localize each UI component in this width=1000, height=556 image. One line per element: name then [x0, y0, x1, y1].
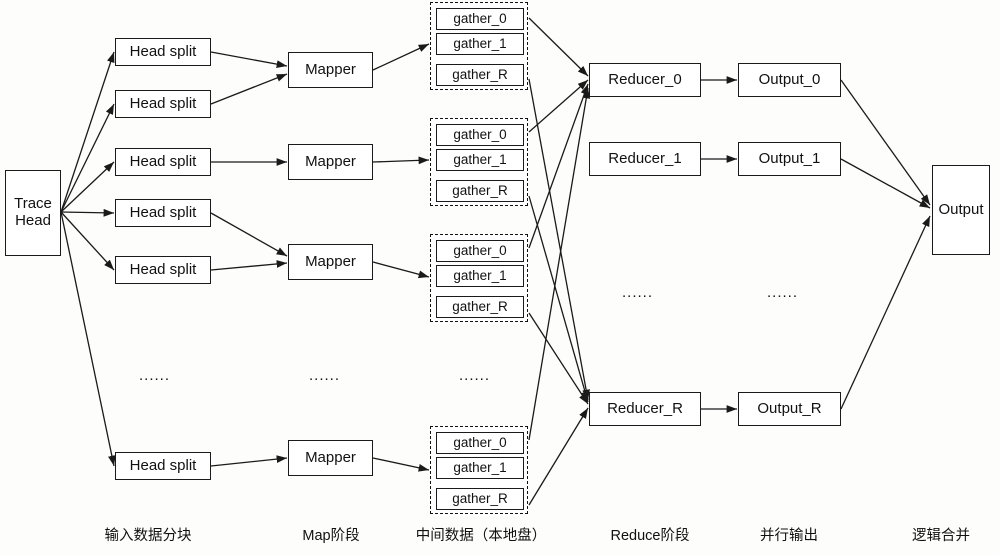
node-gather-0[interactable]: gather_0 [436, 240, 524, 262]
node-reducer-label: Reducer_1 [608, 149, 682, 167]
node-output-R[interactable]: Output_R [738, 392, 841, 426]
node-gather-label: gather_R [452, 299, 508, 315]
node-head-split-2[interactable]: Head split [115, 148, 211, 176]
node-mapper-label: Mapper [305, 448, 356, 466]
node-gather-R[interactable]: gather_R [436, 488, 524, 510]
node-gather-1[interactable]: gather_1 [436, 33, 524, 55]
node-final-output-label: Output [938, 200, 984, 218]
node-mapper-1[interactable]: Mapper [288, 144, 373, 180]
node-gather-label: gather_0 [453, 435, 507, 451]
node-gather-label: gather_1 [453, 152, 507, 168]
node-output-0[interactable]: Output_0 [738, 63, 841, 97]
node-gather-1[interactable]: gather_1 [436, 457, 524, 479]
node-output-label: Output_R [757, 399, 822, 417]
node-reducer-label: Reducer_R [607, 399, 683, 417]
node-reducer-label: Reducer_0 [608, 70, 682, 88]
node-gather-R[interactable]: gather_R [436, 180, 524, 202]
node-reducer-R[interactable]: Reducer_R [589, 392, 701, 426]
node-gather-0[interactable]: gather_0 [436, 432, 524, 454]
stage-label-map-phase: Map阶段 [302, 528, 360, 544]
stage-label-parallel-output: 并行输出 [760, 528, 818, 544]
stage-label-reduce-phase: Reduce阶段 [610, 528, 690, 544]
node-head-split-label: Head split [129, 152, 197, 170]
node-head-split-4[interactable]: Head split [115, 256, 211, 284]
gather-group-2: gather_0 gather_1 ...... gather_R [430, 234, 528, 322]
node-gather-label: gather_R [452, 491, 508, 507]
node-mapper-0[interactable]: Mapper [288, 52, 373, 88]
node-head-split-3[interactable]: Head split [115, 199, 211, 227]
node-gather-label: gather_1 [453, 460, 507, 476]
node-head-split-label: Head split [129, 42, 197, 60]
node-gather-label: gather_0 [453, 127, 507, 143]
gather-group-3: gather_0 gather_1 ...... gather_R [430, 426, 528, 514]
stage-label-intermediate-data: 中间数据（本地盘） [415, 528, 547, 544]
node-mapper-label: Mapper [305, 252, 356, 270]
gather-group-0: gather_0 gather_1 ...... gather_R [430, 2, 528, 90]
node-head-split-label: Head split [129, 203, 197, 221]
node-mapper-label: Mapper [305, 152, 356, 170]
ellipsis-outputs-column: ...... [767, 284, 799, 301]
node-gather-label: gather_1 [453, 36, 507, 52]
ellipsis-splits-column: ...... [139, 367, 171, 384]
node-gather-R[interactable]: gather_R [436, 64, 524, 86]
node-trace-head-label: Trace Head [14, 195, 52, 229]
node-trace-head[interactable]: Trace Head [5, 170, 61, 256]
gather-group-1: gather_0 gather_1 ...... gather_R [430, 118, 528, 206]
stage-label-logical-merge: 逻辑合并 [912, 528, 970, 544]
node-reducer-0[interactable]: Reducer_0 [589, 63, 701, 97]
node-head-split-label: Head split [129, 456, 197, 474]
node-gather-label: gather_R [452, 183, 508, 199]
ellipsis-mappers-column: ...... [309, 367, 341, 384]
node-gather-label: gather_R [452, 67, 508, 83]
node-head-split-5[interactable]: Head split [115, 452, 211, 480]
node-mapper-2[interactable]: Mapper [288, 244, 373, 280]
node-gather-1[interactable]: gather_1 [436, 149, 524, 171]
node-gather-0[interactable]: gather_0 [436, 124, 524, 146]
node-output-1[interactable]: Output_1 [738, 142, 841, 176]
node-mapper-3[interactable]: Mapper [288, 440, 373, 476]
node-gather-label: gather_1 [453, 268, 507, 284]
node-head-split-label: Head split [129, 94, 197, 112]
node-output-label: Output_0 [758, 70, 821, 88]
diagram-canvas: Trace Head Head split Head split Head sp… [0, 0, 1000, 556]
node-head-split-0[interactable]: Head split [115, 38, 211, 66]
node-output-label: Output_1 [758, 149, 821, 167]
node-head-split-1[interactable]: Head split [115, 90, 211, 118]
node-final-output[interactable]: Output [932, 165, 990, 255]
node-gather-0[interactable]: gather_0 [436, 8, 524, 30]
node-gather-1[interactable]: gather_1 [436, 265, 524, 287]
node-mapper-label: Mapper [305, 60, 356, 78]
node-head-split-label: Head split [129, 260, 197, 278]
node-gather-label: gather_0 [453, 11, 507, 27]
ellipsis-reducers-column: ...... [622, 284, 654, 301]
node-reducer-1[interactable]: Reducer_1 [589, 142, 701, 176]
stage-label-input-split: 输入数据分块 [104, 528, 192, 544]
node-gather-R[interactable]: gather_R [436, 296, 524, 318]
node-gather-label: gather_0 [453, 243, 507, 259]
ellipsis-gathers-column: ...... [459, 367, 491, 384]
